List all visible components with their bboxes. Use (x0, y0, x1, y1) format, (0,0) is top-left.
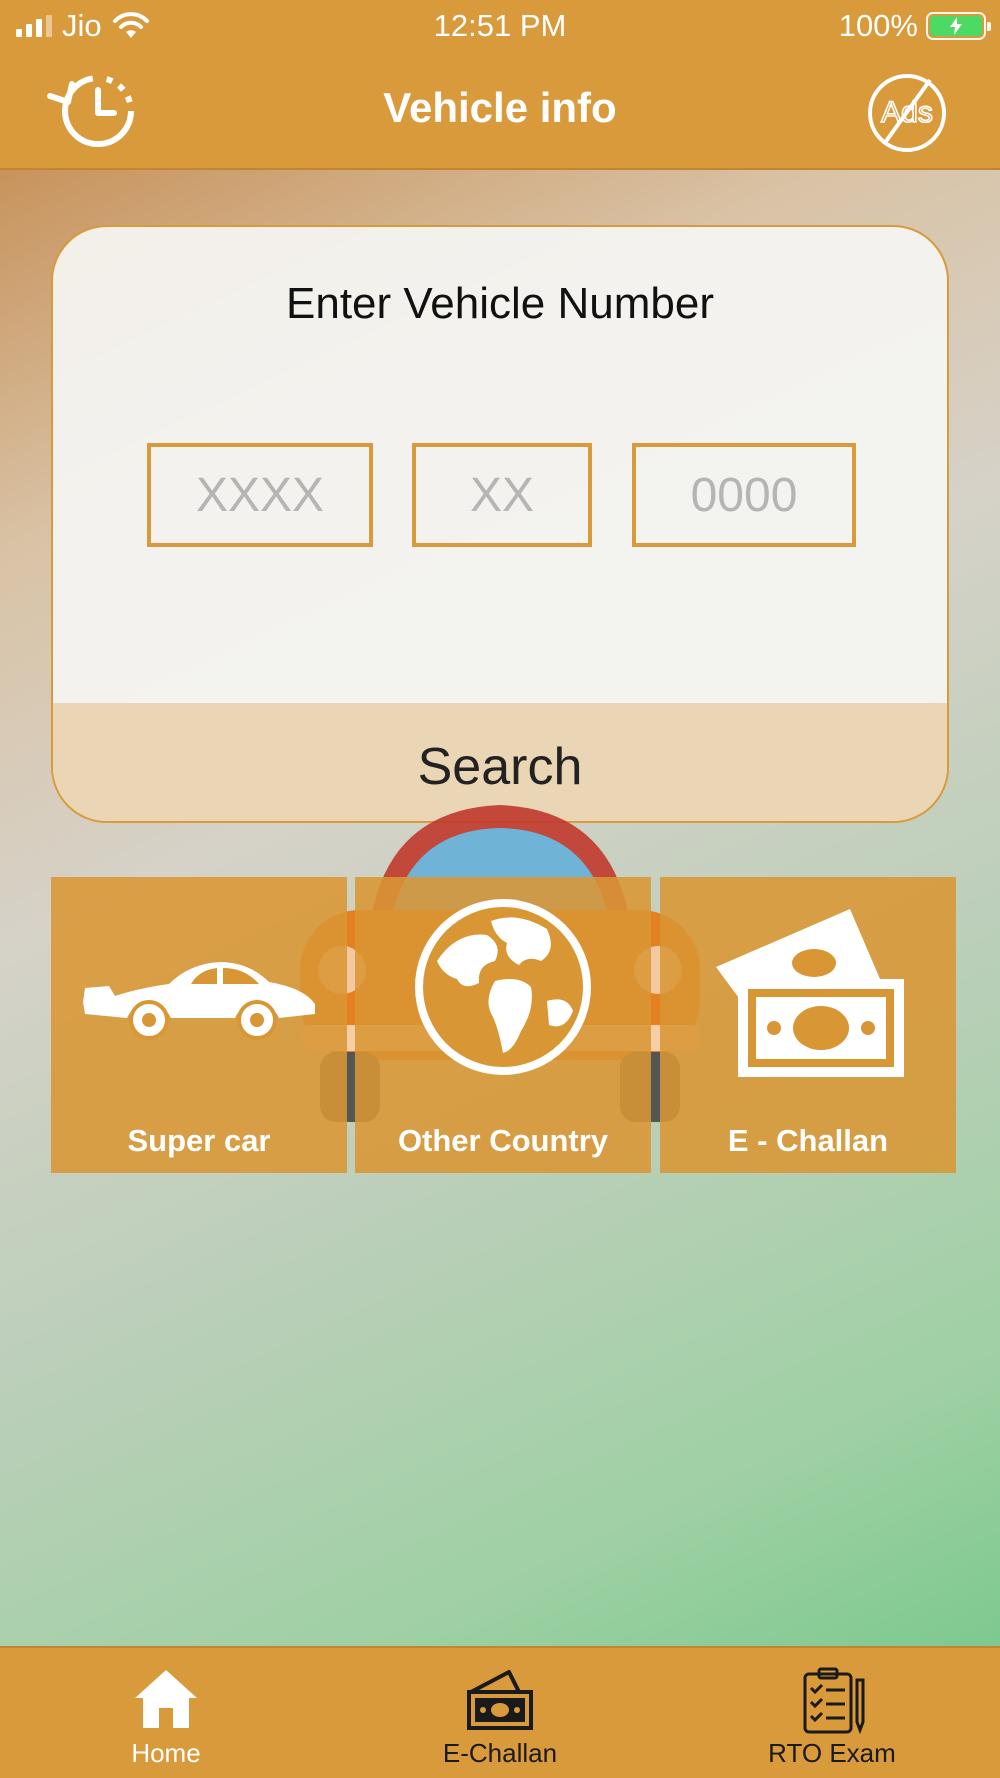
battery-info: 100% (838, 8, 991, 44)
globe-icon (415, 899, 591, 1075)
charging-bolt-icon (950, 17, 962, 35)
bottom-tab-bar: Home E-Challan RTO Exam (0, 1646, 1000, 1778)
district-code-input[interactable] (412, 443, 592, 547)
tab-rto-exam-label: RTO Exam (768, 1738, 896, 1768)
battery-icon (926, 12, 991, 40)
e-challan-label: E - Challan (727, 1123, 889, 1158)
super-car-tile[interactable]: Super car (51, 877, 347, 1173)
home-icon (135, 1670, 197, 1728)
super-car-label: Super car (127, 1123, 271, 1158)
tab-home[interactable]: Home (56, 1648, 276, 1778)
vehicle-number-input[interactable] (632, 443, 856, 547)
search-card-title: Enter Vehicle Number (286, 279, 714, 328)
search-card: Enter Vehicle Number Search (51, 225, 949, 823)
feature-tiles: Super car Other Country E - Challan (0, 790, 1000, 1190)
money-hand-icon (467, 1670, 533, 1730)
state-code-input[interactable] (147, 443, 373, 547)
status-bar: Jio 12:51 PM 100% (0, 0, 1000, 52)
money-icon (716, 909, 904, 1077)
sports-car-icon (83, 962, 315, 1040)
tab-e-challan[interactable]: E-Challan (390, 1648, 610, 1778)
e-challan-tile[interactable]: E - Challan (660, 877, 956, 1173)
top-bar: Jio 12:51 PM 100% Vehicle info Ads (0, 0, 1000, 170)
tab-rto-exam[interactable]: RTO Exam (722, 1648, 942, 1778)
no-ads-icon[interactable]: Ads (866, 72, 948, 154)
battery-percent: 100% (838, 8, 918, 43)
tab-e-challan-label: E-Challan (442, 1738, 558, 1768)
clipboard-checklist-icon (803, 1667, 865, 1735)
other-country-label: Other Country (397, 1123, 609, 1158)
tab-home-label: Home (131, 1738, 201, 1768)
page-title: Vehicle info (383, 84, 617, 131)
other-country-tile[interactable]: Other Country (355, 877, 651, 1173)
